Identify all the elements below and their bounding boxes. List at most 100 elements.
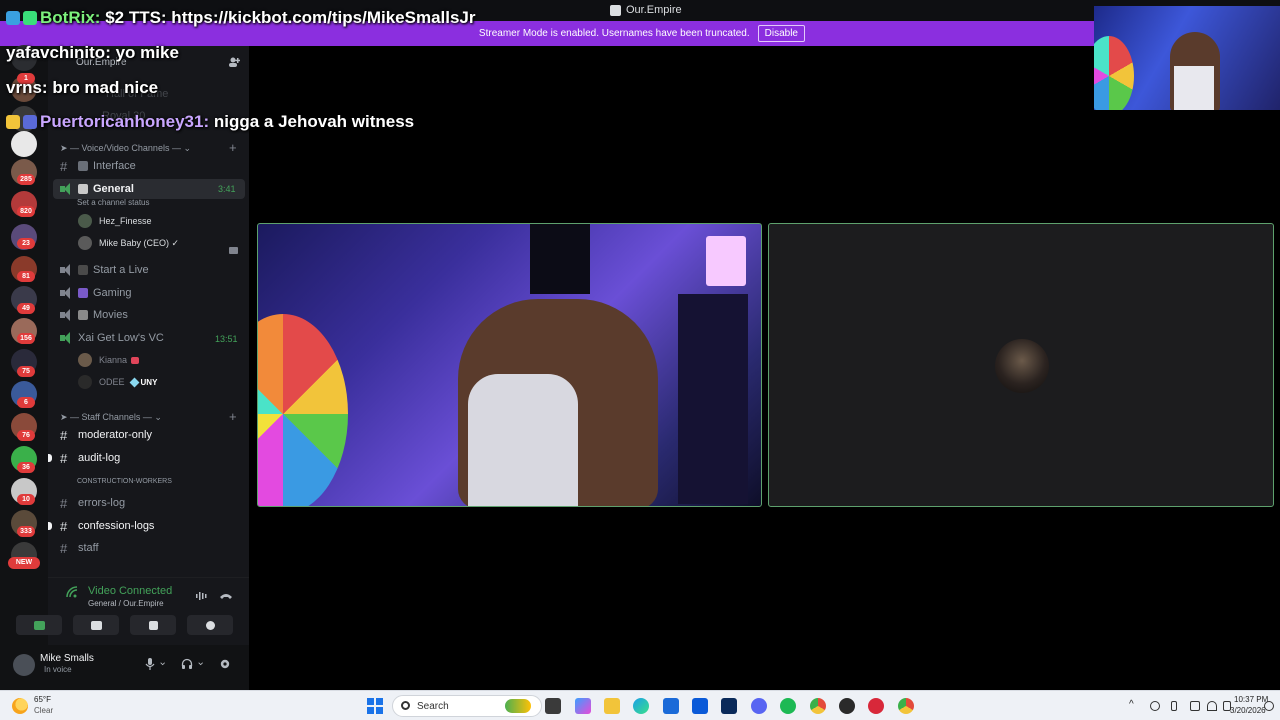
prize-wheel (1094, 36, 1134, 110)
channel-status-prompt[interactable]: Set a channel status (77, 198, 150, 207)
voice-connected-channel[interactable]: General / Our.Empire (88, 599, 164, 608)
channel-label: General (93, 183, 134, 195)
mention-badge: 76 (17, 430, 35, 441)
channel-moderator-only[interactable]: # moderator-only (60, 425, 152, 445)
weather-temperature[interactable]: 65°F (34, 695, 51, 704)
voice-member[interactable]: ODEE UNY (78, 373, 157, 391)
channel-general[interactable]: General (60, 179, 134, 199)
spotify-icon[interactable] (780, 698, 796, 714)
mention-badge: 23 (17, 238, 35, 249)
controller-icon (78, 288, 88, 298)
speaker-icon (60, 332, 78, 344)
display-icon[interactable] (1190, 701, 1200, 711)
headphones-icon[interactable] (181, 657, 193, 671)
file-explorer-icon[interactable] (604, 698, 620, 714)
channel-label: staff (78, 542, 99, 554)
microphone-icon[interactable] (1171, 701, 1177, 711)
new-badge: NEW (8, 557, 40, 569)
wifi-icon[interactable] (1207, 701, 1217, 711)
chat-text: nigga a Jehovah witness (213, 112, 415, 131)
weather-condition[interactable]: Clear (34, 706, 53, 715)
category-voice-video[interactable]: ➤ — Voice/Video Channels — ⌄ (60, 143, 191, 154)
hash-icon: # (60, 495, 68, 511)
disable-streamer-mode-button[interactable]: Disable (757, 25, 805, 42)
chat-text: yo mike (115, 43, 179, 62)
start-icon[interactable] (367, 698, 383, 714)
soundboard-button[interactable] (187, 615, 233, 635)
network-icon[interactable] (1150, 701, 1160, 711)
channel-interface[interactable]: # Interface (60, 156, 136, 176)
edge-icon[interactable] (633, 698, 649, 714)
speaker-icon (60, 183, 78, 195)
server-list: 1 285 820 23 81 49 156 75 6 76 36 10 333… (0, 45, 48, 690)
add-channel-icon[interactable]: + (229, 140, 237, 155)
screen-root: Our.Empire Streamer Mode is enabled. Use… (0, 0, 1280, 720)
channel-confession-logs[interactable]: # confession-logs (60, 516, 154, 536)
category-staff[interactable]: ➤ — Staff Channels — ⌄ (60, 412, 162, 423)
voice-connected-title[interactable]: Video Connected (88, 585, 172, 597)
channel-construction-workers[interactable]: CONSTRUCTION-WORKERS (77, 471, 172, 491)
add-member-icon[interactable] (228, 56, 240, 68)
voice-member[interactable]: Mike Baby (CEO) ✓ (78, 234, 179, 252)
add-channel-icon[interactable]: + (229, 409, 237, 424)
screen-share-button[interactable] (73, 615, 119, 635)
photoshop-icon[interactable] (721, 698, 737, 714)
hammer-icon (78, 184, 88, 194)
prize-wheel (258, 314, 348, 506)
video-tile-avatar[interactable] (768, 223, 1274, 507)
hash-icon: # (60, 518, 68, 534)
activities-button[interactable] (130, 615, 176, 635)
gear-icon[interactable] (219, 657, 231, 671)
channel-movies[interactable]: Movies (60, 305, 128, 325)
connection-signal-icon[interactable] (66, 586, 80, 598)
user-name[interactable]: Mike Smalls (40, 653, 94, 664)
channel-xai-vc[interactable]: Xai Get Low's VC (60, 328, 164, 348)
channel-audit-log[interactable]: # audit-log (60, 448, 120, 468)
video-tile-stream[interactable] (257, 223, 762, 507)
camera-icon (229, 247, 238, 254)
heart-icon (131, 356, 140, 364)
channel-label: Xai Get Low's VC (78, 332, 164, 344)
voice-member[interactable]: Kianna (78, 351, 140, 369)
dropbox-icon[interactable] (692, 698, 708, 714)
hash-icon: # (60, 427, 68, 443)
mention-badge: 81 (17, 271, 35, 282)
chat-message: BotRix: $2 TTS: https://kickbot.com/tips… (6, 8, 476, 28)
tray-chevron-up-icon[interactable]: ^ (1129, 699, 1134, 710)
voice-member[interactable]: Hez_Finesse (78, 212, 152, 230)
avatar[interactable] (13, 654, 35, 676)
weather-icon[interactable] (12, 698, 28, 714)
obs-icon[interactable] (839, 698, 855, 714)
taskbar-search[interactable]: Search (392, 695, 542, 717)
task-view-icon[interactable] (545, 698, 561, 714)
copilot-icon[interactable] (575, 698, 591, 714)
notifications-icon[interactable] (1264, 701, 1274, 711)
channel-errors-log[interactable]: # errors-log (60, 493, 125, 513)
clock-date[interactable]: 3/20/2026 (1230, 706, 1266, 715)
app-icon[interactable] (868, 698, 884, 714)
discord-logo-icon (610, 4, 621, 16)
chrome-icon[interactable] (810, 698, 826, 714)
channel-staff[interactable]: # staff (60, 538, 99, 558)
discord-icon[interactable] (751, 698, 767, 714)
mention-badge: 36 (17, 462, 35, 473)
camera-toggle-button[interactable] (16, 615, 62, 635)
streamer-shirt (1174, 66, 1214, 110)
store-icon[interactable] (663, 698, 679, 714)
disconnect-icon[interactable] (219, 591, 233, 601)
mention-badge: 820 (17, 206, 35, 217)
server-icon[interactable] (11, 131, 37, 157)
webcam-overlay (1094, 6, 1280, 110)
chevron-down-icon[interactable] (160, 657, 168, 671)
soundboard-icon (205, 620, 215, 630)
hash-icon: # (60, 450, 68, 466)
channel-start-a-live[interactable]: Start a Live (60, 260, 149, 280)
chrome-icon[interactable] (898, 698, 914, 714)
noise-suppression-icon[interactable] (195, 591, 209, 601)
channel-gaming[interactable]: Gaming (60, 283, 132, 303)
channel-label: Interface (93, 160, 136, 172)
chevron-down-icon[interactable] (198, 657, 206, 671)
microphone-icon[interactable] (144, 657, 156, 671)
window-title: Our.Empire (610, 4, 682, 16)
clock-time[interactable]: 10:37 PM (1234, 695, 1268, 704)
